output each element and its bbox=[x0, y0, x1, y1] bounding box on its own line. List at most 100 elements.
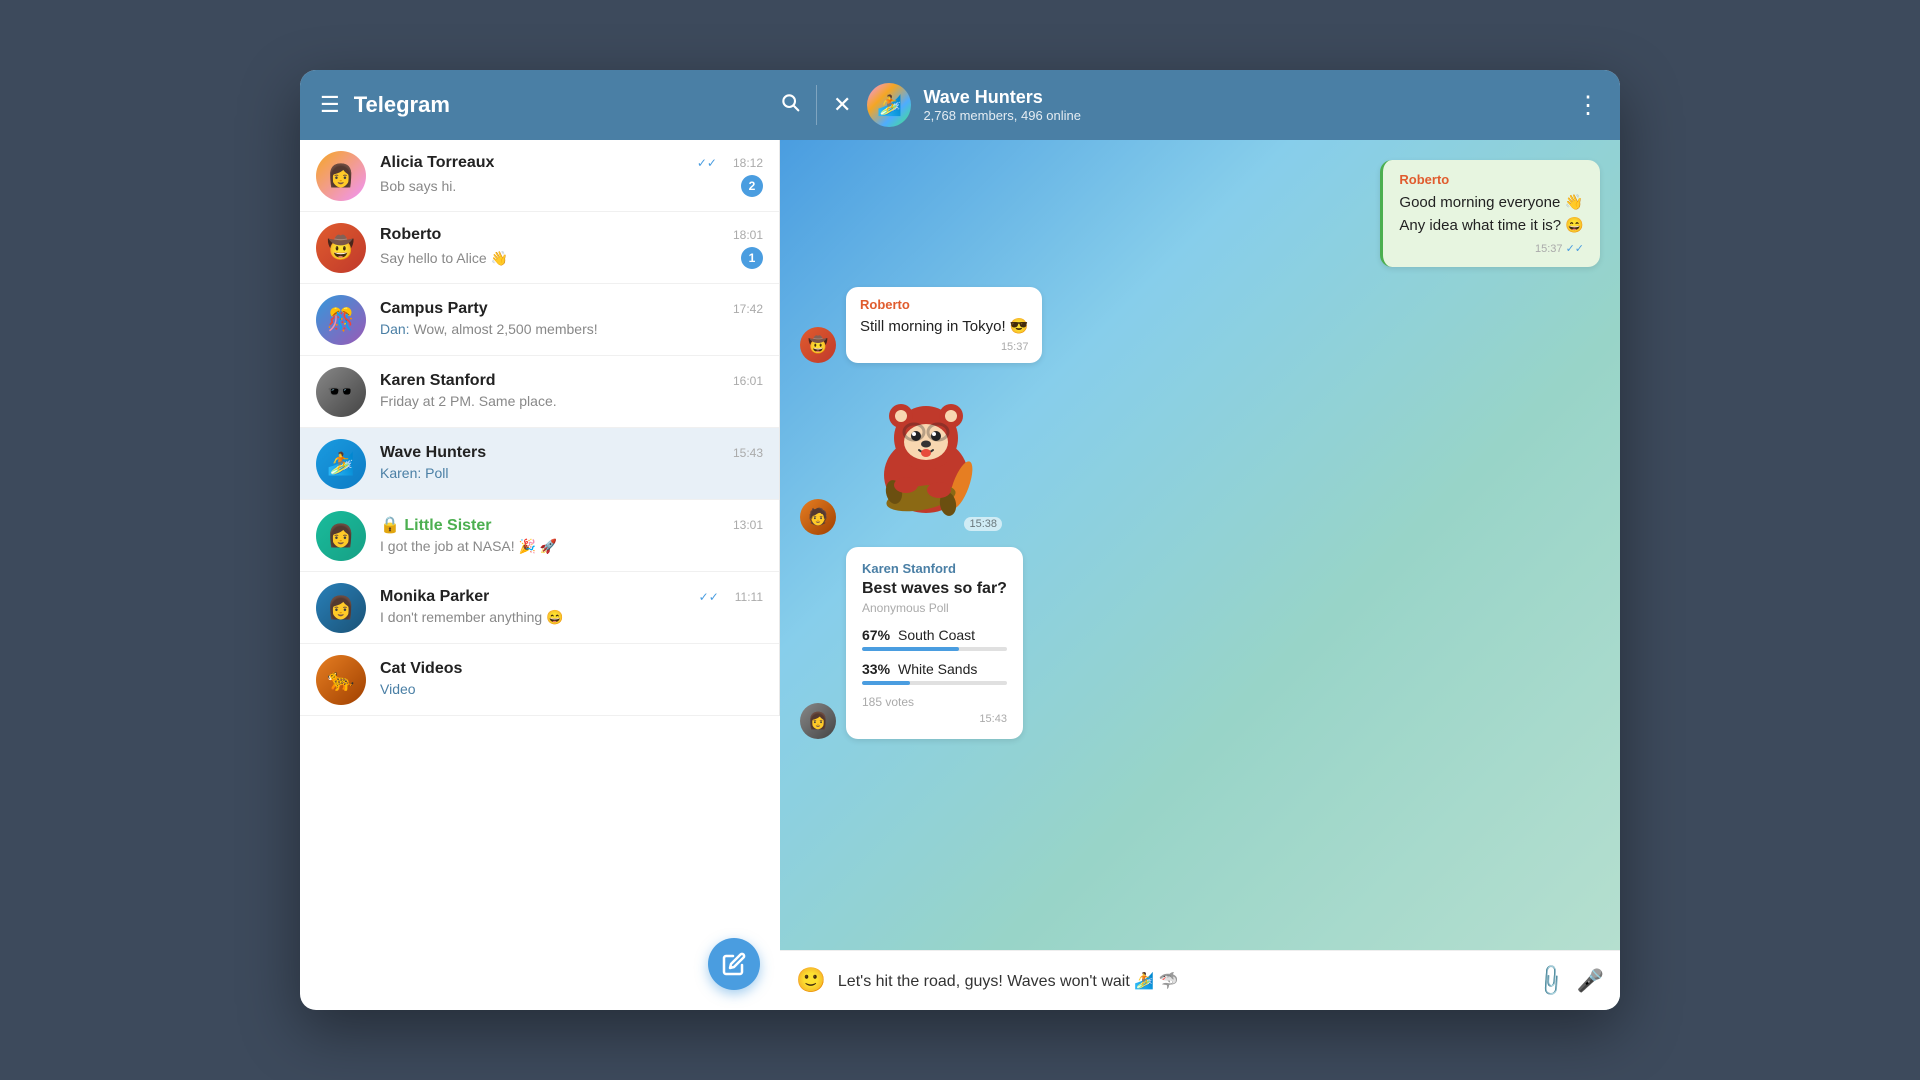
poll-label: White Sands bbox=[898, 661, 977, 677]
avatar: 🏄 bbox=[316, 439, 366, 489]
list-item[interactable]: 🤠 Roberto 18:01 Say hello to Alice 👋 1 bbox=[300, 212, 779, 284]
chat-info: Campus Party 17:42 Dan: Wow, almost 2,50… bbox=[380, 300, 763, 339]
chat-info: Roberto 18:01 Say hello to Alice 👋 1 bbox=[380, 226, 763, 269]
poll-votes: 185 votes bbox=[862, 695, 1007, 709]
bubble-text: Good morning everyone 👋Any idea what tim… bbox=[1399, 192, 1584, 237]
input-area: 🙂 📎 🎤 bbox=[780, 950, 1620, 1010]
poll-option-row: 67% South Coast bbox=[862, 627, 1007, 643]
emoji-button[interactable]: 🙂 bbox=[796, 966, 826, 995]
poll-bar-fill bbox=[862, 647, 959, 651]
sticker-row: 🧑 bbox=[800, 375, 1600, 535]
chat-name: Wave Hunters bbox=[380, 444, 486, 462]
sticker: 15:38 bbox=[846, 375, 1006, 535]
chat-time: 15:43 bbox=[733, 446, 763, 460]
poll-time: 15:43 bbox=[862, 713, 1007, 725]
poll-bar-track bbox=[862, 681, 1007, 685]
avatar: 👩 bbox=[800, 703, 836, 739]
header-divider bbox=[816, 85, 817, 125]
chat-name: Alicia Torreaux bbox=[380, 154, 494, 172]
chat-info: Karen Stanford 16:01 Friday at 2 PM. Sam… bbox=[380, 372, 763, 411]
chat-name-row: Karen Stanford 16:01 bbox=[380, 372, 763, 390]
sidebar-wrapper: 👩 Alicia Torreaux ✓✓ 18:12 Bob says hi. … bbox=[300, 140, 780, 1010]
chat-messages: Roberto Good morning everyone 👋Any idea … bbox=[780, 140, 1620, 950]
avatar: 🎊 bbox=[316, 295, 366, 345]
sticker-time: 15:38 bbox=[964, 517, 1002, 531]
search-icon[interactable] bbox=[780, 92, 800, 118]
poll-option[interactable]: 67% South Coast bbox=[862, 627, 1007, 651]
chat-preview: Video bbox=[380, 681, 416, 697]
poll-sender: Karen Stanford bbox=[862, 561, 1007, 576]
avatar: 👩 bbox=[316, 583, 366, 633]
bubble-time: 15:37 ✓✓ bbox=[1399, 242, 1584, 255]
chat-name-row: 🔒 Little Sister 13:01 bbox=[380, 515, 763, 535]
msg-row-outgoing: Roberto Good morning everyone 👋Any idea … bbox=[800, 160, 1600, 267]
chat-preview: Friday at 2 PM. Same place. bbox=[380, 393, 557, 409]
chat-time: 18:01 bbox=[733, 228, 763, 242]
chat-name: Karen Stanford bbox=[380, 372, 496, 390]
chat-header-info: Wave Hunters 2,768 members, 496 online bbox=[923, 87, 1576, 123]
close-icon[interactable]: ✕ bbox=[833, 92, 851, 118]
chat-header: 🏄 Wave Hunters 2,768 members, 496 online bbox=[867, 83, 1576, 127]
chat-name: Campus Party bbox=[380, 300, 488, 318]
more-icon[interactable]: ⋮ bbox=[1576, 91, 1600, 120]
chat-info: Wave Hunters 15:43 Karen: Poll bbox=[380, 444, 763, 483]
chat-preview: Karen: Poll bbox=[380, 465, 448, 481]
mic-button[interactable]: 🎤 bbox=[1577, 968, 1604, 994]
list-item[interactable]: 👩 Alicia Torreaux ✓✓ 18:12 Bob says hi. … bbox=[300, 140, 779, 212]
list-item[interactable]: 🕶️ Karen Stanford 16:01 Friday at 2 PM. … bbox=[300, 356, 779, 428]
menu-icon[interactable]: ☰ bbox=[320, 94, 340, 116]
list-item[interactable]: 👩 Monika Parker ✓✓ 11:11 I don't remembe… bbox=[300, 572, 779, 644]
chat-time: 13:01 bbox=[733, 518, 763, 532]
avatar: 🕶️ bbox=[316, 367, 366, 417]
chat-preview: Dan: Wow, almost 2,500 members! bbox=[380, 321, 598, 337]
chat-time: 18:12 bbox=[733, 156, 763, 170]
poll-bubble: Karen Stanford Best waves so far? Anonym… bbox=[846, 547, 1023, 739]
avatar: 🧑 bbox=[800, 499, 836, 535]
check-mark: ✓✓ bbox=[699, 590, 719, 604]
poll-question: Best waves so far? bbox=[862, 580, 1007, 598]
poll-label: South Coast bbox=[898, 627, 975, 643]
chat-name: 🔒 Little Sister bbox=[380, 515, 492, 535]
sticker-image: 15:38 bbox=[846, 375, 1006, 535]
list-item[interactable]: 🎊 Campus Party 17:42 Dan: Wow, almost 2,… bbox=[300, 284, 779, 356]
app-window: ☰ Telegram ✕ 🏄 Wave Hunters 2,768 member… bbox=[300, 70, 1620, 1010]
bubble-time: 15:37 bbox=[860, 341, 1028, 353]
list-item[interactable]: 🏄 Wave Hunters 15:43 Karen: Poll bbox=[300, 428, 779, 500]
poll-option[interactable]: 33% White Sands bbox=[862, 661, 1007, 685]
chat-time: 11:11 bbox=[735, 590, 763, 604]
chat-preview: Say hello to Alice 👋 bbox=[380, 250, 508, 267]
list-item[interactable]: 🐆 Cat Videos Video bbox=[300, 644, 779, 716]
check-mark: ✓✓ bbox=[697, 156, 717, 170]
chat-preview: I got the job at NASA! 🎉 🚀 bbox=[380, 538, 557, 554]
chat-avatar-emoji: 🏄 bbox=[877, 93, 902, 118]
chat-preview: I don't remember anything 😄 bbox=[380, 609, 564, 625]
poll-pct: 67% bbox=[862, 627, 898, 643]
compose-button[interactable] bbox=[708, 938, 760, 990]
chat-info: 🔒 Little Sister 13:01 I got the job at N… bbox=[380, 515, 763, 556]
message-input[interactable] bbox=[838, 972, 1525, 990]
app-title: Telegram bbox=[354, 92, 450, 118]
chat-area: Roberto Good morning everyone 👋Any idea … bbox=[780, 140, 1620, 1010]
poll-bar-fill bbox=[862, 681, 910, 685]
attach-button[interactable]: 📎 bbox=[1532, 962, 1570, 1000]
chat-time: 17:42 bbox=[733, 302, 763, 316]
bubble-sender: Roberto bbox=[860, 297, 1028, 312]
chat-name: Cat Videos bbox=[380, 660, 462, 678]
poll-bar-track bbox=[862, 647, 1007, 651]
msg-row-poll: 👩 Karen Stanford Best waves so far? Anon… bbox=[800, 547, 1600, 739]
avatar: 🤠 bbox=[316, 223, 366, 273]
avatar: 👩 bbox=[316, 511, 366, 561]
list-item[interactable]: 👩 🔒 Little Sister 13:01 I got the job at… bbox=[300, 500, 779, 572]
badge: 2 bbox=[741, 175, 763, 197]
bubble-outgoing: Roberto Good morning everyone 👋Any idea … bbox=[1380, 160, 1600, 267]
chat-info: Monika Parker ✓✓ 11:11 I don't remember … bbox=[380, 588, 763, 627]
chat-name-row: Monika Parker ✓✓ 11:11 bbox=[380, 588, 763, 606]
chat-name: Monika Parker bbox=[380, 588, 489, 606]
chat-name-row: Wave Hunters 15:43 bbox=[380, 444, 763, 462]
chat-name-row: Campus Party 17:42 bbox=[380, 300, 763, 318]
chat-info: Alicia Torreaux ✓✓ 18:12 Bob says hi. 2 bbox=[380, 154, 763, 197]
sidebar: 👩 Alicia Torreaux ✓✓ 18:12 Bob says hi. … bbox=[300, 140, 780, 716]
avatar: 👩 bbox=[316, 151, 366, 201]
chat-info: Cat Videos Video bbox=[380, 660, 763, 699]
chat-avatar-header: 🏄 bbox=[867, 83, 911, 127]
